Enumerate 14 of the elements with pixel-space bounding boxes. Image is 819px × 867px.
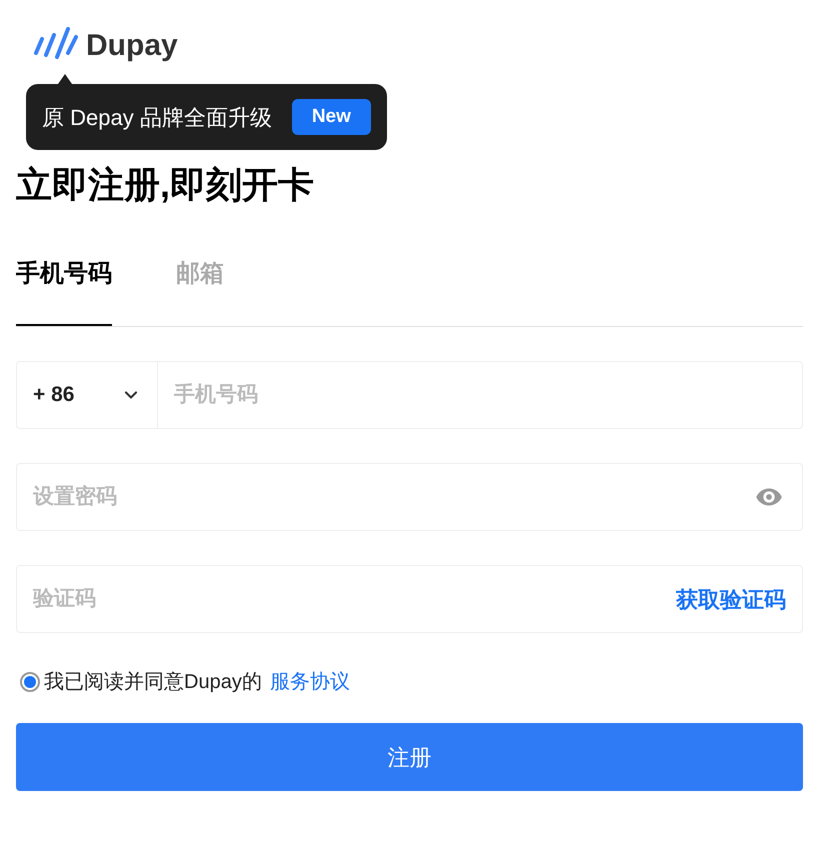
tab[interactable]: 邮箱 xyxy=(176,256,224,326)
terms-link[interactable]: 服务协议 xyxy=(270,667,350,697)
get-code-link[interactable]: 获取验证码 xyxy=(676,582,786,616)
page-heading: 立即注册,即刻开卡 xyxy=(16,163,316,207)
tab[interactable]: 手机号码 xyxy=(16,256,112,326)
agree-radio[interactable] xyxy=(20,672,40,692)
register-button[interactable]: 注册 xyxy=(16,723,803,791)
country-code-select[interactable]: + 86 xyxy=(17,362,158,428)
phone-field[interactable]: + 86 手机号码 xyxy=(16,361,803,429)
agreement-text: 我已阅读并同意Dupay的 xyxy=(44,670,262,695)
new-badge: New xyxy=(292,98,371,136)
tooltip-text: 原 Depay 品牌全面升级 xyxy=(42,104,272,132)
phone-input[interactable]: 手机号码 xyxy=(158,362,802,428)
logo-text: Dupay xyxy=(86,28,178,64)
